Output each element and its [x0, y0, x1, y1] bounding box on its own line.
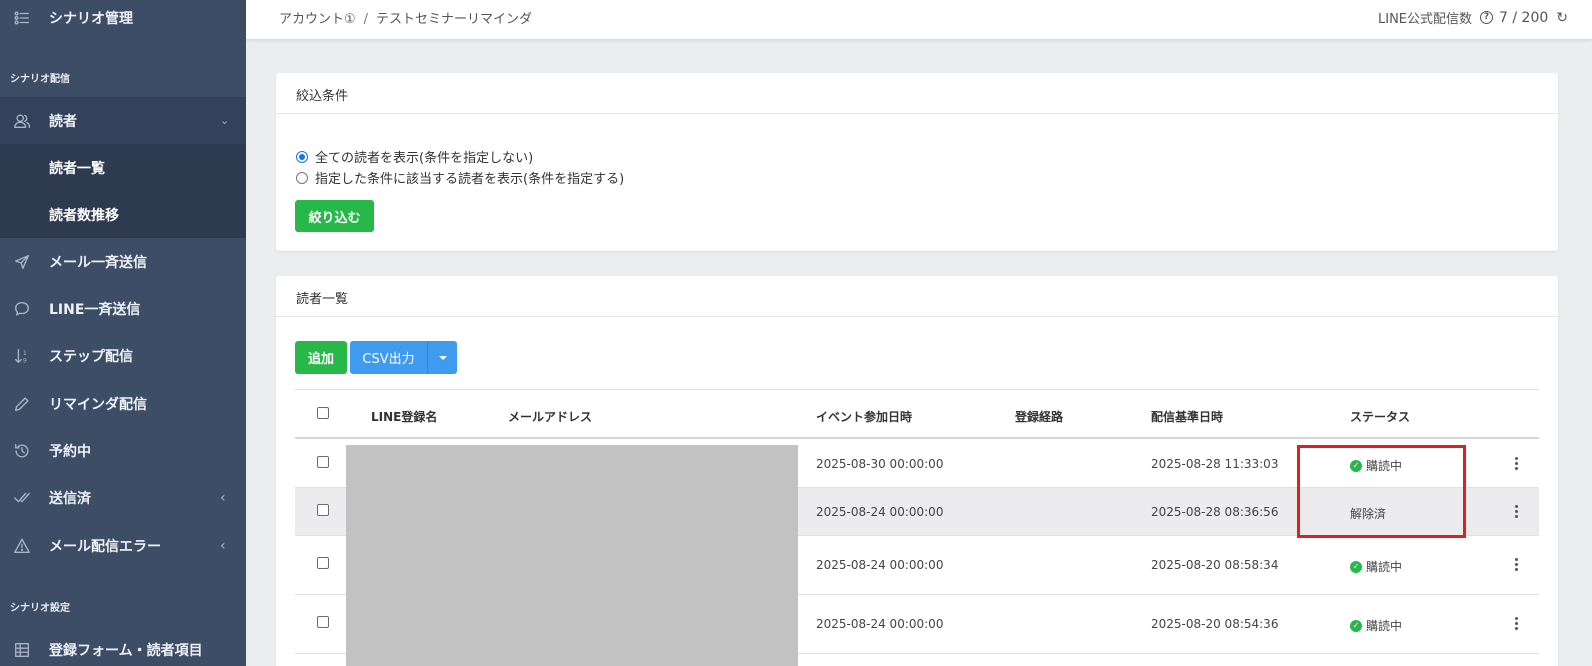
base-date-cell: 2025-08-28 08:36:56 — [1151, 505, 1279, 519]
status-badge: ✓ 購読中 — [1350, 558, 1402, 575]
event-date-cell: 2025-08-24 00:00:00 — [816, 558, 944, 572]
breadcrumb-separator: / — [363, 12, 369, 27]
column-header-event-date[interactable]: イベント参加日時 — [816, 408, 912, 425]
section-heading-scenario-settings: シナリオ設定 — [10, 603, 70, 614]
check-circle-icon: ✓ — [1350, 619, 1362, 632]
filter-option-conditional[interactable]: 指定した条件に該当する読者を表示(条件を指定する) — [296, 168, 624, 187]
row-actions-kebab-icon[interactable] — [1515, 457, 1519, 472]
status-label: 購読中 — [1366, 560, 1403, 574]
csv-dropdown-toggle[interactable] — [427, 341, 457, 374]
base-date-cell: 2025-08-28 11:33:03 — [1151, 457, 1279, 471]
filter-option-label: 指定した条件に該当する読者を表示(条件を指定する) — [315, 172, 625, 187]
row-checkbox[interactable] — [317, 557, 329, 569]
sidebar-item-reader-count-trend[interactable]: 読者数推移 — [0, 191, 246, 238]
breadcrumb: アカウント① / テストセミナーリマインダ — [279, 8, 532, 27]
chevron-down-icon: ⌄ — [220, 114, 230, 127]
breadcrumb-account[interactable]: アカウント① — [279, 12, 356, 27]
list-icon — [12, 8, 32, 28]
filter-apply-button[interactable]: 絞り込む — [295, 200, 374, 232]
radio-all-selected[interactable] — [296, 150, 308, 163]
history-icon — [12, 441, 32, 461]
add-reader-button[interactable]: 追加 — [295, 341, 347, 374]
row-checkbox[interactable] — [317, 504, 329, 516]
check-circle-icon: ✓ — [1350, 560, 1362, 573]
row-actions-kebab-icon[interactable] — [1515, 617, 1519, 632]
users-icon — [12, 111, 32, 131]
sidebar-item-mail-broadcast[interactable]: メール一斉送信 — [0, 238, 246, 285]
table-header-divider — [295, 437, 1539, 439]
row-checkbox[interactable] — [317, 456, 329, 468]
csv-export-button[interactable]: CSV出力 — [350, 341, 427, 374]
base-date-cell: 2025-08-20 08:58:34 — [1151, 558, 1279, 572]
column-header-email[interactable]: メールアドレス — [508, 408, 592, 425]
sidebar-item-step-delivery[interactable]: 19 ステップ配信 — [0, 332, 246, 379]
table-icon — [12, 640, 32, 660]
radio-conditional[interactable] — [296, 171, 308, 184]
sidebar-item-sent[interactable]: 送信済 ‹ — [0, 474, 246, 521]
sidebar-item-line-broadcast[interactable]: LINE一斉送信 — [0, 285, 246, 332]
filter-card-title: 絞込条件 — [276, 73, 1558, 114]
chevron-left-icon: ‹ — [220, 537, 226, 554]
select-all-checkbox[interactable] — [317, 407, 329, 419]
event-date-cell: 2025-08-30 00:00:00 — [816, 457, 944, 471]
filter-option-all[interactable]: 全ての読者を表示(条件を指定しない) — [296, 147, 533, 166]
step-sort-icon: 19 — [12, 346, 32, 366]
line-delivery-counter: LINE公式配信数 ? 7 / 200 ↻ — [1378, 8, 1568, 28]
delivery-label: LINE公式配信数 — [1378, 12, 1473, 27]
sidebar-item-label: ステップ配信 — [49, 348, 133, 365]
sidebar-item-label: メール配信エラー — [49, 538, 161, 555]
svg-text:1: 1 — [23, 350, 27, 357]
check-double-icon — [12, 488, 32, 508]
status-badge: ✓ 購読中 — [1350, 617, 1402, 634]
svg-text:9: 9 — [23, 357, 27, 364]
refresh-icon[interactable]: ↻ — [1556, 10, 1568, 26]
status-label: 購読中 — [1366, 619, 1403, 633]
breadcrumb-scenario: テストセミナーリマインダ — [376, 12, 533, 27]
section-heading-scenario-delivery: シナリオ配信 — [10, 74, 70, 85]
sidebar-item-registration-form[interactable]: 登録フォーム・読者項目 — [0, 626, 246, 666]
filter-card: 絞込条件 全ての読者を表示(条件を指定しない) 指定した条件に該当する読者を表示… — [276, 73, 1558, 251]
row-actions-kebab-icon[interactable] — [1515, 558, 1519, 573]
sidebar-item-label: 登録フォーム・読者項目 — [49, 642, 203, 659]
sidebar: シナリオ管理 シナリオ配信 読者 ⌄ 読者一覧 読者数推移 メール一斉送信 LI… — [0, 0, 246, 666]
base-date-cell: 2025-08-20 08:54:36 — [1151, 617, 1279, 631]
column-header-line-name[interactable]: LINE登録名 — [371, 408, 437, 425]
table-top-divider — [295, 389, 1539, 390]
pencil-icon — [12, 394, 32, 414]
chat-icon — [12, 299, 32, 319]
sidebar-item-label: 送信済 — [49, 490, 91, 507]
column-header-base-date[interactable]: 配信基準日時 — [1151, 408, 1223, 425]
warning-icon — [12, 536, 32, 556]
send-icon — [12, 252, 32, 272]
sidebar-item-scenario-management[interactable]: シナリオ管理 — [0, 0, 246, 41]
delivery-count: 7 / 200 — [1499, 9, 1549, 26]
sidebar-item-readers[interactable]: 読者 ⌄ — [0, 97, 246, 144]
sidebar-item-label: リマインダ配信 — [49, 396, 147, 413]
sidebar-item-mail-error[interactable]: メール配信エラー ‹ — [0, 522, 246, 569]
row-actions-kebab-icon[interactable] — [1515, 505, 1519, 520]
filter-option-label: 全ての読者を表示(条件を指定しない) — [315, 151, 534, 166]
sidebar-item-reader-list[interactable]: 読者一覧 — [0, 144, 246, 191]
chevron-left-icon: ‹ — [220, 489, 226, 506]
redacted-name-email-block — [346, 445, 798, 666]
top-bar: アカウント① / テストセミナーリマインダ LINE公式配信数 ? 7 / 200 … — [246, 0, 1592, 40]
column-header-registration-route[interactable]: 登録経路 — [1015, 408, 1063, 425]
help-icon[interactable]: ? — [1480, 11, 1494, 24]
event-date-cell: 2025-08-24 00:00:00 — [816, 505, 944, 519]
sidebar-item-label: 読者数推移 — [49, 207, 119, 224]
event-date-cell: 2025-08-24 00:00:00 — [816, 617, 944, 631]
column-header-status[interactable]: ステータス — [1350, 408, 1410, 425]
row-checkbox[interactable] — [317, 616, 329, 628]
sidebar-item-scheduled[interactable]: 予約中 — [0, 427, 246, 474]
reader-list-title: 読者一覧 — [276, 276, 1558, 317]
sidebar-item-label: 読者一覧 — [49, 160, 105, 177]
sidebar-item-label: シナリオ管理 — [49, 10, 133, 27]
sidebar-item-label: 読者 — [49, 113, 77, 130]
sidebar-item-reminder-delivery[interactable]: リマインダ配信 — [0, 380, 246, 427]
sidebar-item-label: 予約中 — [49, 443, 91, 460]
status-highlight-box — [1297, 445, 1466, 538]
caret-down-icon — [438, 355, 447, 360]
sidebar-item-label: LINE一斉送信 — [49, 301, 141, 318]
sidebar-item-label: メール一斉送信 — [49, 254, 147, 271]
